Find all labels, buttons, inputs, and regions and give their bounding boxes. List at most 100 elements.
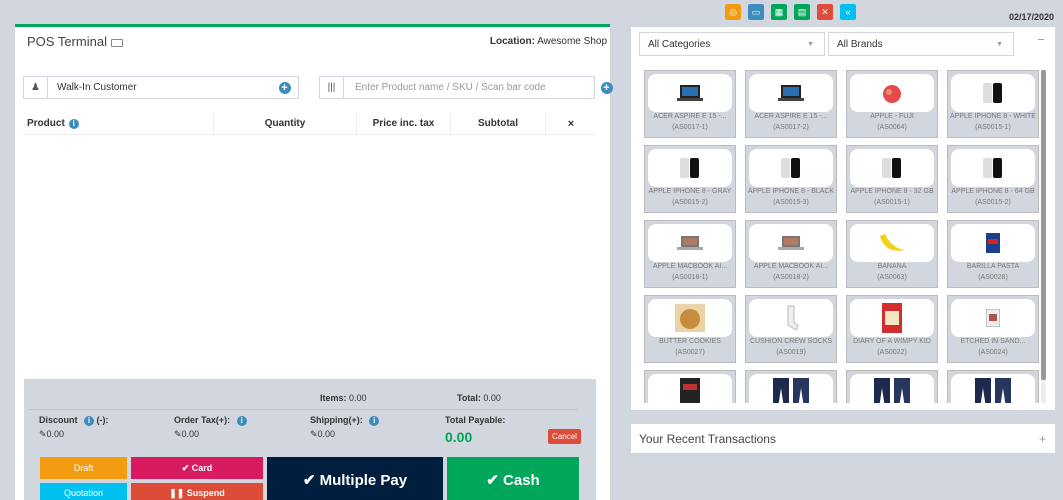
customer-value: Walk-In Customer bbox=[57, 82, 137, 93]
product-card[interactable] bbox=[745, 370, 837, 403]
chevron-down-icon: ▼ bbox=[807, 40, 814, 48]
product-image bbox=[648, 74, 732, 112]
cancel-button[interactable]: Cancel bbox=[548, 429, 581, 444]
collapse-icon[interactable]: − bbox=[1037, 32, 1045, 47]
shipping-block: Shipping(+): i ✎0.00 bbox=[310, 415, 380, 440]
info-icon[interactable]: i bbox=[84, 416, 95, 426]
location-value: Awesome Shop bbox=[537, 35, 607, 47]
product-name: ACER ASPIRE E 15 -... bbox=[653, 113, 727, 120]
category-value: All Categories bbox=[648, 38, 711, 50]
recent-transactions-panel[interactable]: Your Recent Transactions + bbox=[631, 424, 1055, 453]
scrollbar-thumb[interactable] bbox=[1041, 70, 1046, 380]
multiple-pay-button[interactable]: ✔ Multiple Pay bbox=[267, 457, 443, 500]
current-date: 02/17/2020 bbox=[1008, 12, 1054, 22]
total-label: Total: bbox=[457, 393, 481, 403]
product-image bbox=[850, 224, 934, 262]
product-card[interactable] bbox=[947, 370, 1039, 403]
product-sku: (AS0022) bbox=[877, 349, 907, 356]
product-card[interactable]: ACER ASPIRE E 15 -... (AS0017-2) bbox=[745, 70, 837, 138]
product-sku: (AS0017-2) bbox=[773, 124, 809, 131]
expand-icon[interactable]: + bbox=[1039, 432, 1046, 446]
order-tax-edit[interactable]: ✎0.00 bbox=[174, 429, 247, 440]
product-card[interactable]: ETCHED IN SAND... (AS0024) bbox=[947, 295, 1039, 363]
add-product-button[interactable]: + bbox=[595, 76, 618, 99]
keyboard-icon[interactable] bbox=[110, 38, 123, 47]
briefcase-icon[interactable]: ▤ bbox=[794, 4, 810, 20]
product-image bbox=[749, 149, 833, 187]
total-payable-value: 0.00 bbox=[445, 429, 473, 445]
product-image bbox=[749, 224, 833, 262]
calculator-circle-icon[interactable]: ◎ bbox=[725, 4, 741, 20]
barcode-icon: ||| bbox=[320, 77, 344, 98]
card-button[interactable]: ✔ Card bbox=[131, 457, 263, 479]
product-card[interactable]: APPLE IPHONE 8 - GRAY (AS0015-2) bbox=[644, 145, 736, 213]
product-card[interactable]: ACER ASPIRE E 15 -... (AS0017-1) bbox=[644, 70, 736, 138]
col-price: Price inc. tax bbox=[357, 113, 451, 134]
product-name: APPLE IPHONE 8 - 64 GB bbox=[951, 188, 1035, 195]
customer-select[interactable]: ♟ Walk-In Customer ▼ bbox=[23, 76, 299, 99]
product-card[interactable] bbox=[644, 370, 736, 403]
product-sku: (AS0024) bbox=[978, 349, 1008, 356]
product-card[interactable] bbox=[846, 370, 938, 403]
product-card[interactable]: APPLE MACBOOK AI... (AS0018-1) bbox=[644, 220, 736, 288]
product-sku: (AS0028) bbox=[978, 274, 1008, 281]
calculator-icon[interactable]: ▦ bbox=[771, 4, 787, 20]
product-name: BANANA bbox=[877, 263, 907, 270]
close-window-icon[interactable]: ✕ bbox=[817, 4, 833, 20]
chevron-down-icon: ▼ bbox=[996, 40, 1003, 48]
product-card[interactable]: APPLE IPHONE 8 - BLACK (AS0015-3) bbox=[745, 145, 837, 213]
window-icon[interactable]: ▭ bbox=[748, 4, 764, 20]
product-image bbox=[951, 74, 1035, 112]
remove-all-icon[interactable]: × bbox=[546, 113, 596, 134]
product-card[interactable]: APPLE IPHONE 8 - 64 GB (AS0015-2) bbox=[947, 145, 1039, 213]
product-card[interactable]: BUTTER COOKIES (AS0027) bbox=[644, 295, 736, 363]
product-card[interactable]: DIARY OF A WIMPY KID (AS0022) bbox=[846, 295, 938, 363]
product-image bbox=[951, 299, 1035, 337]
shipping-edit[interactable]: ✎0.00 bbox=[310, 429, 379, 440]
pos-footer: Items: 0.00 Total: 0.00 Discount i (-): … bbox=[24, 379, 596, 500]
order-tax-label: Order Tax(+): bbox=[174, 415, 231, 425]
suspend-button[interactable]: ❚❚ Suspend bbox=[131, 483, 263, 500]
info-icon[interactable]: i bbox=[236, 416, 247, 426]
product-name: ACER ASPIRE E 15 -... bbox=[754, 113, 828, 120]
pos-panel: POS Terminal Location: Awesome Shop ♟ Wa… bbox=[15, 24, 613, 500]
product-panel: All Categories ▼ All Brands ▼ − ACER ASPIR… bbox=[631, 27, 1055, 410]
product-sku: (AS0017-1) bbox=[672, 124, 708, 131]
product-sku: (AS0015-3) bbox=[773, 199, 809, 206]
brand-select[interactable]: All Brands ▼ bbox=[828, 32, 1014, 56]
product-card[interactable]: APPLE MACBOOK AI... (AS0018-2) bbox=[745, 220, 837, 288]
draft-button[interactable]: Draft bbox=[40, 457, 127, 479]
product-image bbox=[850, 74, 934, 112]
product-card[interactable]: CUSHION CREW SOCKS (AS0019) bbox=[745, 295, 837, 363]
cash-button[interactable]: ✔ Cash bbox=[447, 457, 579, 500]
category-select[interactable]: All Categories ▼ bbox=[639, 32, 825, 56]
quotation-button[interactable]: Quotation bbox=[40, 483, 127, 500]
info-icon[interactable]: i bbox=[68, 118, 79, 129]
product-scrollbar[interactable] bbox=[1041, 70, 1046, 403]
product-card[interactable]: APPLE IPHONE 8 - WHITE (AS0015-1) bbox=[947, 70, 1039, 138]
page-title: POS Terminal bbox=[27, 33, 107, 49]
edit-icon: ✎ bbox=[39, 429, 47, 439]
product-card[interactable]: APPLE IPHONE 8 - 32 GB (AS0015-1) bbox=[846, 145, 938, 213]
edit-icon: ✎ bbox=[310, 429, 318, 439]
discount-label: Discount bbox=[39, 415, 78, 425]
product-card[interactable]: APPLE - FUJI (AS0064) bbox=[846, 70, 938, 138]
product-card[interactable]: BARILLA PASTA (AS0028) bbox=[947, 220, 1039, 288]
add-customer-button[interactable]: + bbox=[273, 76, 296, 99]
product-search-input[interactable]: Enter Product name / SKU / Scan bar code bbox=[344, 82, 594, 93]
product-sku: (AS0015-2) bbox=[975, 199, 1011, 206]
product-name: BARILLA PASTA bbox=[966, 263, 1020, 270]
product-sku: (AS0019) bbox=[776, 349, 806, 356]
product-image bbox=[648, 374, 732, 403]
discount-edit[interactable]: ✎0.00 bbox=[39, 429, 109, 440]
info-icon[interactable]: i bbox=[369, 416, 380, 426]
backward-icon[interactable]: « bbox=[840, 4, 856, 20]
discount-suffix: (-): bbox=[96, 415, 109, 425]
product-card[interactable]: BANANA (AS0063) bbox=[846, 220, 938, 288]
items-value: 0.00 bbox=[349, 393, 367, 403]
product-name: APPLE MACBOOK AI... bbox=[652, 263, 728, 270]
product-image bbox=[648, 299, 732, 337]
product-search-field[interactable]: ||| Enter Product name / SKU / Scan bar … bbox=[319, 76, 595, 99]
product-name: BUTTER COOKIES bbox=[659, 338, 721, 345]
product-name: APPLE MACBOOK AI... bbox=[753, 263, 829, 270]
